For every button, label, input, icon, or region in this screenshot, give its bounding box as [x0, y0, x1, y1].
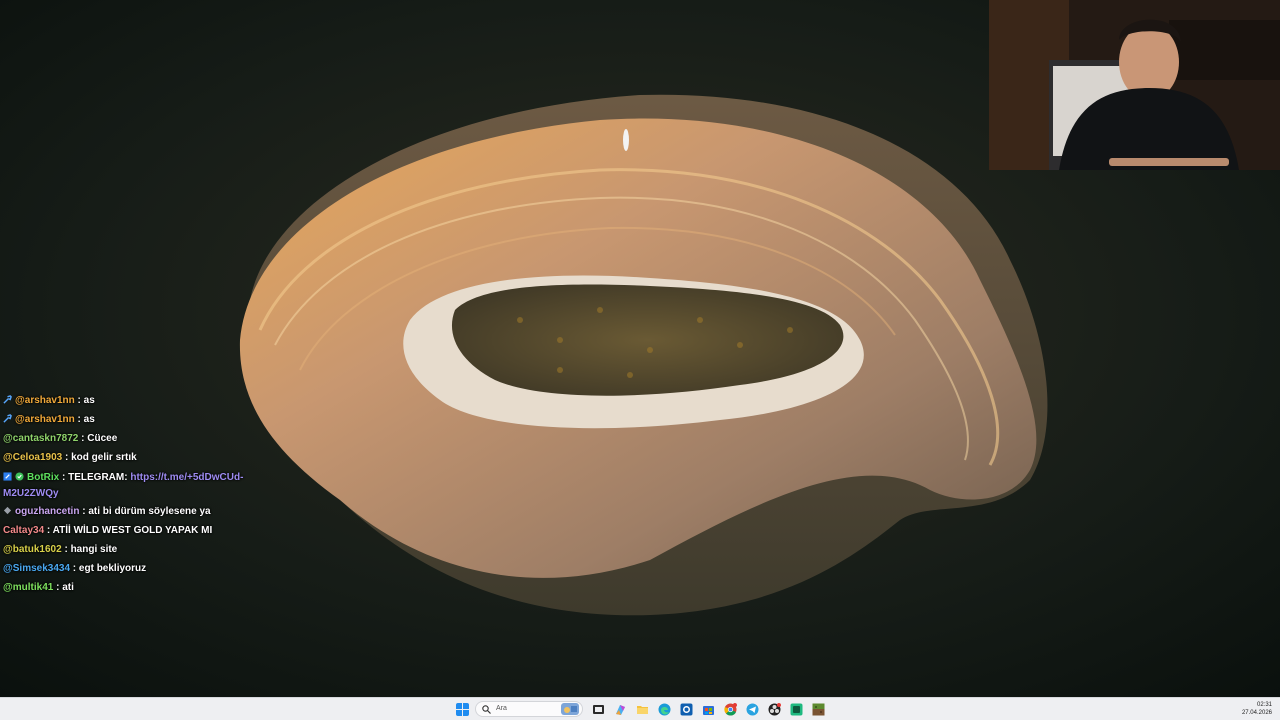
chat-username[interactable]: @cantaskn7872 — [3, 433, 78, 444]
chat-overlay: @arshav1nn : as @arshav1nn : as @cantask… — [3, 391, 253, 597]
chat-username[interactable]: oguzhancetin — [15, 506, 79, 517]
chat-text: as — [83, 395, 95, 406]
chat-message: BotRix : TELEGRAM: https://t.me/+5dDwCUd… — [3, 470, 253, 502]
chat-text: TELEGRAM: — [68, 472, 131, 483]
chat-username[interactable]: @Simsek3434 — [3, 563, 70, 574]
chat-username[interactable]: @arshav1nn — [15, 395, 75, 406]
chrome-icon[interactable] — [724, 703, 737, 716]
chat-message: @arshav1nn : as — [3, 391, 253, 410]
chat-username[interactable]: BotRix — [27, 472, 59, 483]
system-clock[interactable]: 02:31 27.04.2026 — [1242, 701, 1272, 717]
screen: @arshav1nn : as @arshav1nn : as @cantask… — [0, 0, 1280, 720]
chat-separator: : — [62, 452, 72, 463]
chat-text: egt bekliyoruz — [78, 563, 147, 574]
chat-message: Caltay34 : ATİİ WİLD WEST GOLD YAPAK MI — [3, 521, 253, 540]
chat-message: oguzhancetin : ati bi dürüm söylesene ya — [3, 502, 253, 521]
chat-separator: : — [53, 582, 63, 593]
chat-separator: : — [59, 472, 69, 483]
chat-separator: : — [79, 506, 89, 517]
copilot-icon[interactable] — [614, 703, 627, 716]
chat-username[interactable]: @Celoa1903 — [3, 452, 62, 463]
chat-text: hangi site — [70, 544, 118, 555]
subscriber-badge-icon — [3, 506, 12, 515]
taskbar-search-box[interactable]: Ara — [475, 701, 583, 717]
search-icon — [482, 705, 491, 714]
task-view-icon[interactable] — [592, 703, 605, 716]
chat-separator: : — [74, 395, 84, 406]
chat-username[interactable]: @arshav1nn — [15, 414, 75, 425]
clock-time: 02:31 — [1256, 702, 1272, 708]
chat-username[interactable]: @multik41 — [3, 582, 53, 593]
edge-icon[interactable] — [658, 703, 671, 716]
store-icon[interactable] — [702, 703, 715, 716]
wrench-icon — [3, 414, 12, 423]
chat-text: Cücee — [87, 433, 118, 444]
file-explorer-icon[interactable] — [636, 703, 649, 716]
chat-text: ATİİ WİLD WEST GOLD YAPAK MI — [52, 525, 213, 536]
minecraft-icon[interactable] — [812, 703, 825, 716]
bot-badge-icon — [3, 472, 12, 481]
search-placeholder: Ara — [496, 705, 507, 712]
chat-text: ati bi dürüm söylesene ya — [88, 506, 211, 517]
chat-username[interactable]: Caltay34 — [3, 525, 44, 536]
chat-separator: : — [74, 414, 84, 425]
chat-text: kod gelir srtık — [71, 452, 137, 463]
clock-date: 27.04.2026 — [1241, 710, 1272, 716]
verified-check-icon — [15, 472, 24, 481]
chat-message: @batuk1602 : hangi site — [3, 540, 253, 559]
edge-browser-icon[interactable] — [680, 703, 693, 716]
webcam-overlay — [989, 0, 1280, 170]
chat-message: @Celoa1903 : kod gelir srtık — [3, 448, 253, 467]
chat-separator: : — [78, 433, 88, 444]
chat-message: @Simsek3434 : egt bekliyoruz — [3, 559, 253, 578]
obs-icon[interactable] — [768, 703, 781, 716]
chat-message: @multik41 : ati — [3, 578, 253, 597]
chat-text: ati — [62, 582, 74, 593]
chat-separator: : — [70, 563, 79, 574]
chat-message: @cantaskn7872 : Cücee — [3, 429, 253, 448]
wrench-icon — [3, 395, 12, 404]
telegram-icon[interactable] — [746, 703, 759, 716]
chat-separator: : — [44, 525, 53, 536]
app-icon[interactable] — [790, 703, 803, 716]
windows-start-icon[interactable] — [456, 703, 469, 716]
chat-separator: : — [61, 544, 71, 555]
taskbar: Ara 02:31 27.04.2026 — [0, 697, 1280, 720]
search-highlight-icon — [561, 703, 579, 715]
chat-message: @arshav1nn : as — [3, 410, 253, 429]
chat-text: as — [83, 414, 95, 425]
chat-username[interactable]: @batuk1602 — [3, 544, 62, 555]
streamer-camera-feed — [989, 0, 1280, 170]
